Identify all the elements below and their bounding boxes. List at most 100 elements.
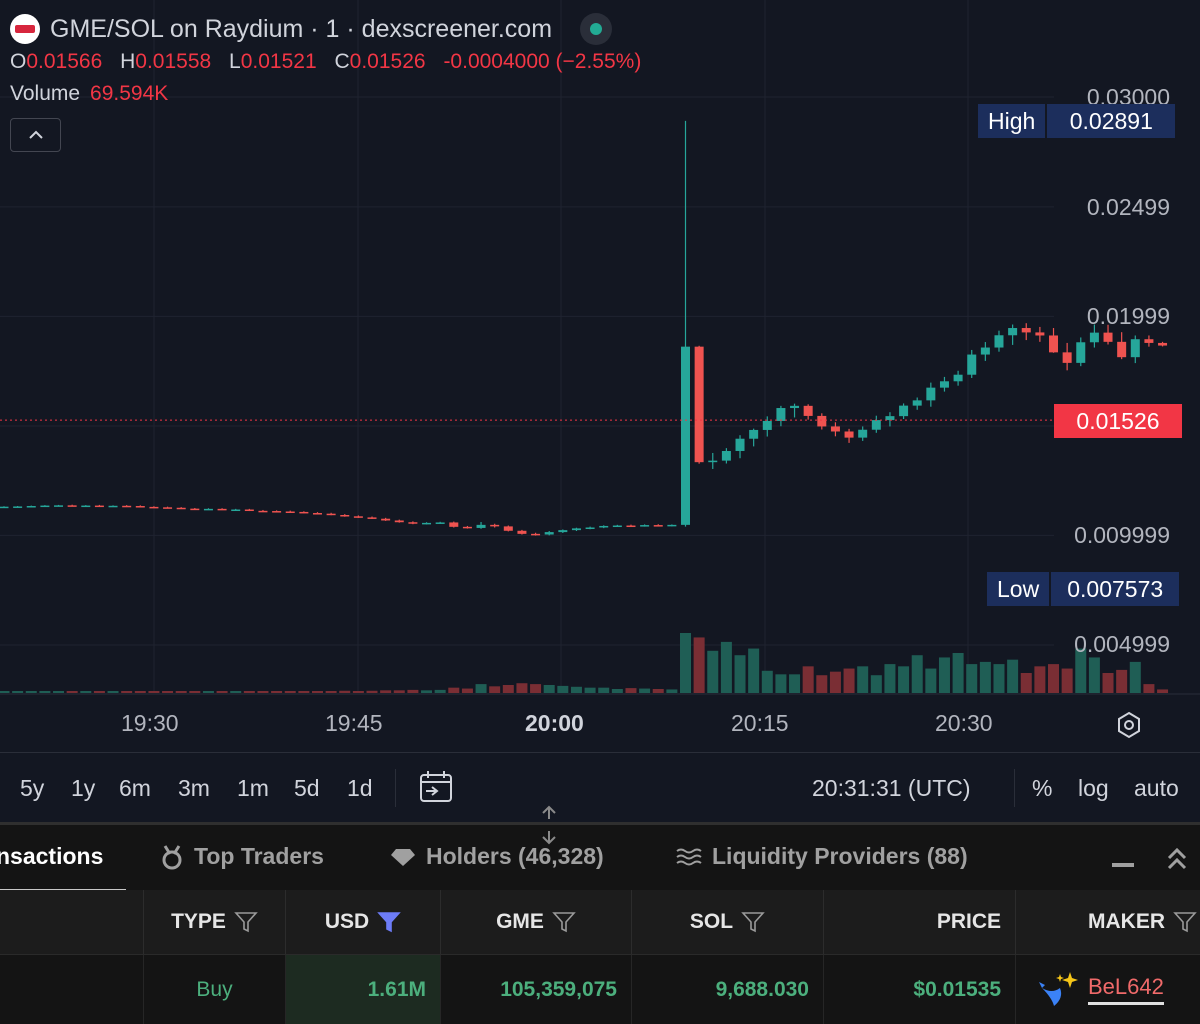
candle-body [94, 505, 104, 508]
range-1y-button[interactable]: 1y [71, 775, 95, 802]
low-tag: Low 0.007573 [987, 572, 1180, 606]
volume-bar [707, 650, 719, 693]
live-dot-icon [590, 23, 603, 35]
volume-bar [1143, 684, 1155, 693]
candle-body [653, 525, 663, 527]
candle-body [939, 381, 949, 388]
tab-holders[interactable]: Holders (46,328) [390, 843, 604, 870]
volume-bar [107, 691, 119, 693]
volume-bar [311, 691, 323, 693]
price-chart[interactable]: GME/SOL on Raydium · 1 · dexscreener.com… [0, 0, 1200, 752]
candle-body [67, 505, 77, 507]
volume-bar [380, 690, 392, 693]
volume-bar [952, 653, 964, 693]
filter-icon[interactable] [1173, 911, 1197, 933]
filter-active-icon[interactable] [377, 911, 401, 933]
candle-body [149, 506, 159, 509]
table-row[interactable]: Buy 1.61M 105,359,075 9,688.030 $0.01535… [0, 954, 1200, 1024]
cell-sol: 9,688.030 [631, 955, 823, 1024]
time-axis-label: 19:45 [325, 710, 383, 736]
tab-top-traders[interactable]: Top Traders [160, 843, 324, 870]
range-3m-button[interactable]: 3m [178, 775, 210, 802]
minimize-panel-button[interactable] [1112, 855, 1136, 873]
chart-settings-button[interactable] [1114, 710, 1144, 740]
column-header-sol[interactable]: SOL [631, 890, 823, 954]
filter-icon[interactable] [741, 911, 765, 933]
utc-clock: 20:31:31 (UTC) [812, 775, 971, 801]
candle-body [817, 415, 827, 427]
volume-bar [93, 691, 105, 693]
column-sol-label: SOL [689, 910, 734, 933]
range-6m-button[interactable]: 6m [119, 775, 151, 802]
candle-body [681, 346, 690, 525]
candle-body [1008, 328, 1018, 336]
volume-bar [775, 674, 787, 693]
column-header-type[interactable]: TYPE [143, 890, 285, 954]
high-value: 0.01558 [135, 50, 212, 73]
candle-body [408, 522, 418, 524]
candle-body [912, 400, 922, 406]
volume-bar [639, 688, 651, 693]
candle-body [612, 525, 622, 528]
collapse-legend-button[interactable] [10, 118, 61, 152]
close-key: C [334, 50, 350, 73]
column-header-price: PRICE [823, 890, 1015, 954]
column-type-label: TYPE [171, 910, 226, 933]
percent-scale-button[interactable]: % [1032, 775, 1052, 802]
expand-panel-button[interactable] [1166, 847, 1188, 876]
filter-icon[interactable] [234, 911, 258, 933]
candle-body [762, 420, 772, 430]
candle-body [394, 520, 404, 523]
maker-address-link[interactable]: BeL642 [1088, 974, 1164, 1005]
volume-bar [407, 689, 419, 693]
live-indicator-button[interactable] [580, 13, 613, 45]
column-header-maker[interactable]: MAKER [1015, 890, 1200, 954]
candle-body [13, 506, 23, 508]
volume-bar [1020, 673, 1032, 693]
volume-bar [1102, 673, 1114, 693]
volume-bar [761, 670, 773, 693]
range-1m-button[interactable]: 1m [237, 775, 269, 802]
volume-bar [475, 684, 487, 693]
candle-body [667, 524, 677, 527]
range-5y-button[interactable]: 5y [20, 775, 44, 802]
column-header-usd[interactable]: USD [285, 890, 440, 954]
candle-body [790, 405, 800, 409]
date-range-button[interactable] [418, 769, 454, 810]
column-header-gme[interactable]: GME [440, 890, 631, 954]
column-price-label: PRICE [936, 910, 1001, 933]
candle-body [585, 527, 595, 529]
candle-body [1158, 342, 1168, 346]
candle-body [735, 438, 745, 451]
change-value: -0.0004000 (−2.55%) [443, 50, 642, 73]
range-1d-button[interactable]: 1d [347, 775, 373, 802]
volume-bar [680, 633, 691, 693]
range-5d-button[interactable]: 5d [294, 775, 320, 802]
close-value: 0.01526 [349, 50, 426, 73]
chevron-up-icon [28, 130, 43, 139]
log-scale-button[interactable]: log [1078, 775, 1109, 802]
auto-scale-button[interactable]: auto [1134, 775, 1179, 802]
cell-maker[interactable]: BeL642 [1015, 955, 1200, 1024]
tab-transactions[interactable]: nsactions [0, 843, 103, 870]
gear-icon [1118, 711, 1140, 739]
volume-bar [870, 675, 882, 693]
time-axis-label: 20:00 [525, 710, 584, 736]
cell-type: Buy [143, 955, 285, 1024]
chart-title: GME/SOL on Raydium · 1 · dexscreener.com [50, 14, 553, 43]
open-value: 0.01566 [26, 50, 103, 73]
candle-body [544, 532, 554, 535]
volume-bar [789, 674, 801, 693]
candle-body [871, 420, 881, 430]
candle-body [1144, 339, 1154, 343]
resize-handle[interactable] [536, 805, 562, 845]
medal-icon [162, 844, 182, 869]
candle-body [708, 460, 718, 463]
candle-body [953, 374, 963, 382]
tab-liquidity-providers[interactable]: Liquidity Providers (88) [676, 843, 968, 870]
candle-body [830, 426, 840, 432]
volume-bar [925, 668, 937, 693]
price-axis-label: 0.01999 [1086, 303, 1170, 329]
column-usd-label: USD [324, 910, 370, 933]
filter-icon[interactable] [552, 911, 576, 933]
